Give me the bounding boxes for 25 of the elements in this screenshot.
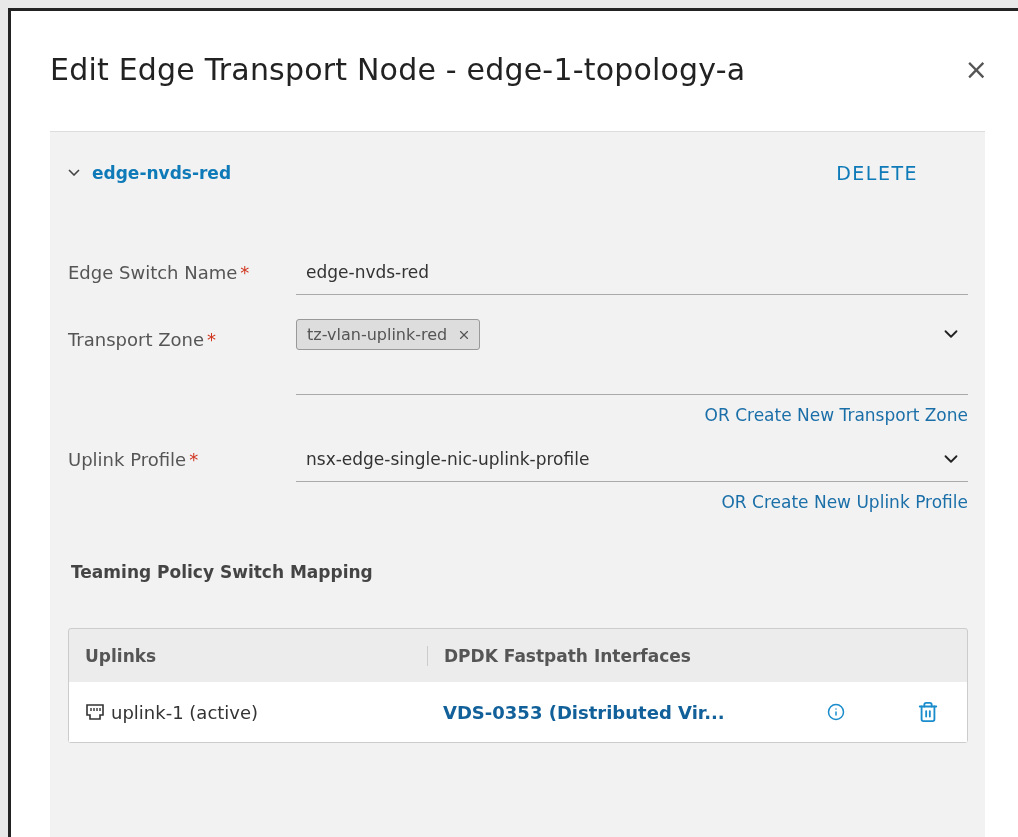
delete-icon[interactable]: [917, 701, 939, 723]
section-heading: Teaming Policy Switch Mapping: [71, 562, 374, 582]
create-link[interactable]: OR Create New Uplink Profile: [68, 492, 968, 512]
table-cell: uplink-1 (active): [69, 701, 427, 723]
dialog-title: Edit Edge Transport Node - edge-1-topology-a: [50, 51, 746, 87]
create-link[interactable]: OR Create New Transport Zone: [68, 405, 968, 425]
chevron-icon: [68, 168, 80, 177]
required-mark: *: [189, 449, 199, 470]
info-icon[interactable]: [827, 703, 845, 721]
interface-link[interactable]: VDS-0353 (Distributed Vir...: [427, 701, 827, 723]
tag-chip: tz-vlan-uplink-red: [296, 319, 481, 350]
field-label: Edge Switch Name *: [68, 261, 251, 283]
required-mark: *: [240, 262, 250, 283]
close-button[interactable]: ×: [964, 52, 988, 86]
field-label: Uplink Profile *: [68, 448, 200, 470]
field-label: Transport Zone *: [68, 328, 217, 350]
text-field[interactable]: edge-nvds-red: [296, 250, 968, 295]
delete-button[interactable]: DELETE: [836, 161, 918, 184]
ethernet-port-icon: [85, 703, 105, 721]
column-header: Uplinks: [84, 645, 158, 666]
select-field[interactable]: nsx-edge-single-nic-uplink-profile: [296, 437, 968, 482]
required-mark: *: [207, 329, 216, 350]
column-header: DPDK Fastpath Interfaces: [427, 645, 967, 666]
multi-select-field[interactable]: tz-vlan-uplink-red: [296, 307, 968, 395]
section-toggle[interactable]: edge-nvds-red: [68, 162, 232, 183]
